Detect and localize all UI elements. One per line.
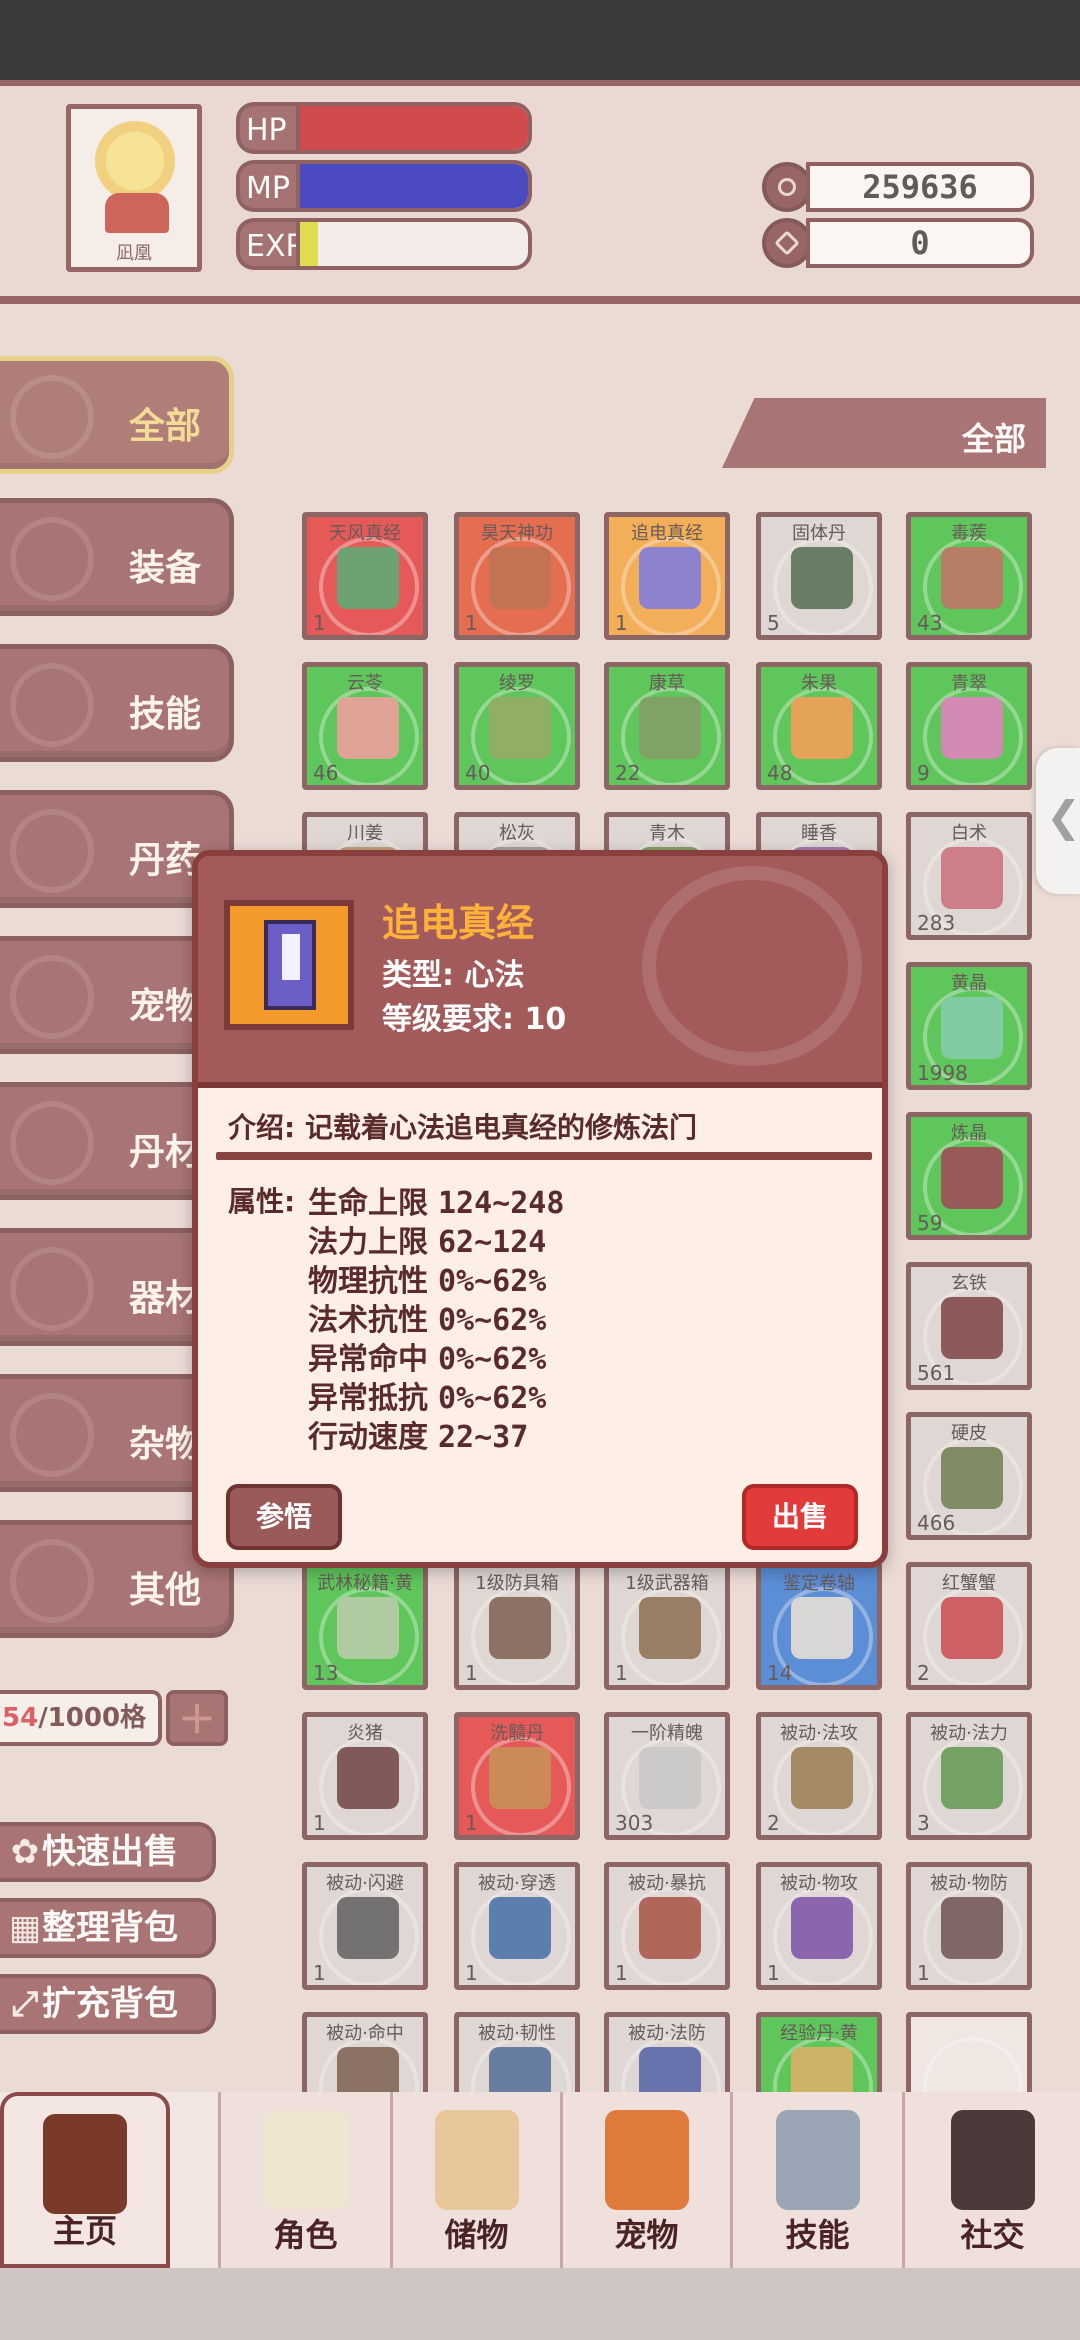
attribute-row: 异常抵抗 0%~62% — [308, 1373, 546, 1417]
nav-label: 角色 — [273, 2216, 338, 2254]
attribute-value: 22~37 — [438, 1420, 529, 1455]
attribute-name: 物理抗性 — [308, 1264, 428, 1299]
nav-label: 主页 — [52, 2212, 117, 2250]
item-description: 介绍: 记载着心法追电真经的修炼法门 — [228, 1111, 697, 1144]
character-icon — [263, 2110, 348, 2210]
attribute-row: 生命上限 124~248 — [308, 1178, 564, 1222]
attribute-name: 法力上限 — [308, 1225, 428, 1260]
attribute-row: 法力上限 62~124 — [308, 1217, 546, 1261]
nav-tab-social[interactable]: 社交 — [902, 2092, 1080, 2268]
comprehend-button[interactable]: 参悟 — [226, 1484, 342, 1550]
attribute-value: 124~248 — [438, 1186, 565, 1221]
item-type: 类型: 心法 — [382, 958, 525, 993]
attribute-value: 0%~62% — [438, 1342, 547, 1377]
nav-label: 技能 — [785, 2216, 850, 2254]
attribute-value: 0%~62% — [438, 1303, 547, 1338]
nav-label: 宠物 — [614, 2216, 679, 2254]
bottom-nav: 主页 角色 储物 宠物 技能 社交 — [0, 2092, 1080, 2268]
attribute-name: 异常命中 — [308, 1342, 428, 1377]
system-nav-bar — [0, 2268, 1080, 2340]
attribute-row: 法术抗性 0%~62% — [308, 1295, 546, 1339]
nav-label: 社交 — [960, 2216, 1025, 2254]
nav-tab-pets[interactable]: 宠物 — [560, 2092, 730, 2268]
attribute-value: 0%~62% — [438, 1381, 547, 1416]
item-title: 追电真经 — [382, 901, 535, 945]
attribute-name: 生命上限 — [308, 1186, 428, 1221]
attribute-row: 物理抗性 0%~62% — [308, 1256, 546, 1300]
attribute-row: 行动速度 22~37 — [308, 1412, 528, 1456]
item-detail-modal: 追电真经 类型: 心法 等级要求: 10 介绍: 记载着心法追电真经的修炼法门 … — [192, 850, 888, 1568]
nav-tab-skills[interactable]: 技能 — [730, 2092, 902, 2268]
modal-header: 追电真经 类型: 心法 等级要求: 10 — [198, 856, 882, 1088]
divider — [216, 1152, 872, 1160]
nav-tab-home[interactable]: 主页 — [0, 2092, 170, 2268]
attribute-name: 法术抗性 — [308, 1303, 428, 1338]
skills-icon — [775, 2110, 860, 2210]
attribute-name: 行动速度 — [308, 1420, 428, 1455]
attribute-value: 62~124 — [438, 1225, 547, 1260]
emblem-icon — [642, 866, 862, 1066]
nav-tab-storage[interactable]: 储物 — [390, 2092, 560, 2268]
scripture-book-icon — [224, 900, 354, 1030]
sell-button[interactable]: 出售 — [742, 1484, 858, 1550]
attribute-row: 异常命中 0%~62% — [308, 1334, 546, 1378]
attribute-name: 异常抵抗 — [308, 1381, 428, 1416]
pets-icon — [604, 2110, 689, 2210]
item-level-requirement: 等级要求: 10 — [382, 1002, 567, 1037]
social-icon — [950, 2110, 1035, 2210]
nav-label: 储物 — [444, 2216, 509, 2254]
nav-tab-character[interactable]: 角色 — [218, 2092, 390, 2268]
home-icon — [43, 2114, 127, 2214]
attributes-label: 属性: — [228, 1185, 296, 1218]
attribute-value: 0%~62% — [438, 1264, 547, 1299]
storage-icon — [434, 2110, 519, 2210]
